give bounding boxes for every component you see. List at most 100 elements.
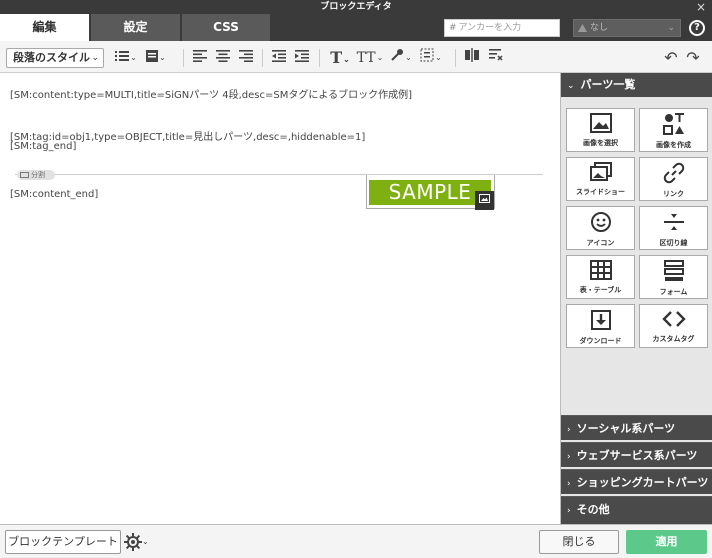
- section-web-service-parts[interactable]: › ウェブサービス系パーツ: [561, 442, 712, 467]
- smiley-icon: [567, 211, 634, 238]
- part-download[interactable]: ダウンロード: [566, 304, 635, 348]
- section-shopping-cart-parts[interactable]: › ショッピングカートパーツ: [561, 469, 712, 494]
- close-button[interactable]: 閉じる: [539, 530, 619, 554]
- part-label: フォーム: [659, 288, 688, 296]
- settings-button[interactable]: ⌄: [124, 530, 149, 554]
- chevron-right-icon: ›: [567, 506, 571, 516]
- anchor-placeholder: アンカーを入力: [458, 23, 522, 33]
- apply-button[interactable]: 適用: [626, 530, 707, 554]
- image-icon: [567, 113, 634, 138]
- part-slideshow[interactable]: スライドショー: [566, 157, 635, 201]
- toolbar-divider: [455, 49, 456, 67]
- format-toolbar: 段落のスタイル ⌄ ⌄ ⌄ T⌄ TT⌄ ⌄ ⌄ ↶ ↷: [0, 41, 712, 73]
- part-label: カスタムタグ: [652, 335, 695, 343]
- table-format-button[interactable]: ⌄: [418, 47, 444, 69]
- toolbar-divider: [183, 49, 184, 67]
- part-label: ダウンロード: [579, 337, 622, 345]
- tab-settings[interactable]: 設定: [91, 14, 180, 41]
- part-table[interactable]: 表・テーブル: [566, 255, 635, 299]
- align-center-icon: [216, 50, 230, 62]
- slideshow-icon: [567, 162, 634, 187]
- bullet-list-icon: [115, 51, 130, 61]
- editor-area[interactable]: [SM:content:type=MULTI,title=SiGNパーツ 4段,…: [0, 74, 560, 523]
- section-other[interactable]: › その他: [561, 496, 712, 524]
- editor-line: [SM:content:type=MULTI,title=SiGNパーツ 4段,…: [10, 90, 412, 101]
- text-size-button[interactable]: T⌄: [327, 47, 353, 69]
- section-label: ウェブサービス系パーツ: [576, 449, 698, 462]
- window-title: ブロックエディタ: [320, 2, 392, 12]
- part-link[interactable]: リンク: [639, 157, 708, 201]
- paragraph-style-value: 段落のスタイル: [13, 51, 90, 64]
- gear-icon: [124, 533, 142, 551]
- section-social-parts[interactable]: › ソーシャル系パーツ: [561, 415, 712, 440]
- block-icon: [146, 50, 159, 62]
- part-custom-tag[interactable]: カスタムタグ: [639, 304, 708, 348]
- clear-format-button[interactable]: [486, 47, 506, 69]
- part-label: アイコン: [586, 239, 615, 247]
- indent-button[interactable]: [292, 47, 312, 69]
- page-break-divider[interactable]: 分割: [15, 170, 543, 180]
- class-select-value: なし: [590, 23, 609, 33]
- columns-icon: [465, 48, 479, 62]
- indent-icon: [295, 50, 309, 62]
- align-left-icon: [193, 50, 207, 62]
- chevron-down-icon: ⌄: [667, 23, 675, 33]
- color-picker-button[interactable]: ⌄: [388, 47, 414, 69]
- divider-label: 分割: [31, 171, 45, 179]
- align-right-button[interactable]: [236, 47, 256, 69]
- align-center-button[interactable]: [213, 47, 233, 69]
- split-icon: [20, 172, 29, 178]
- tab-bar: 編集 設定 CSS # アンカーを入力 なし ⌄ ?: [0, 14, 712, 41]
- part-form[interactable]: フォーム: [639, 255, 708, 299]
- help-icon[interactable]: ?: [689, 20, 705, 36]
- font-size-button[interactable]: TT⌄: [356, 47, 384, 69]
- part-label: 区切り線: [659, 239, 688, 247]
- parts-panel-header[interactable]: ⌄ パーツ一覧: [561, 73, 712, 97]
- tab-css[interactable]: CSS: [182, 14, 270, 41]
- parts-panel-title: パーツ一覧: [580, 78, 636, 91]
- redo-icon[interactable]: ↷: [684, 47, 702, 69]
- paragraph-style-select[interactable]: 段落のスタイル ⌄: [6, 48, 104, 68]
- part-divider[interactable]: 区切り線: [639, 206, 708, 250]
- tab-edit[interactable]: 編集: [0, 14, 89, 41]
- part-label: 画像を作成: [656, 141, 691, 149]
- part-select-image[interactable]: 画像を選択: [566, 108, 635, 152]
- part-label: 表・テーブル: [579, 286, 622, 294]
- title-bar: ブロックエディタ ×: [0, 0, 712, 14]
- bullet-list-button[interactable]: ⌄: [113, 47, 139, 69]
- section-label: ショッピングカートパーツ: [576, 476, 709, 489]
- part-label: リンク: [663, 190, 684, 198]
- shapes-icon: [640, 113, 707, 140]
- part-icon[interactable]: アイコン: [566, 206, 635, 250]
- anchor-input[interactable]: # アンカーを入力: [444, 19, 560, 37]
- chevron-down-icon: ⌄: [567, 81, 575, 91]
- link-icon: [640, 162, 707, 189]
- part-create-image[interactable]: 画像を作成: [639, 108, 708, 152]
- bottom-bar: ブロックテンプレート ⌄ 閉じる 適用: [0, 524, 712, 558]
- section-label: その他: [576, 503, 610, 516]
- columns-button[interactable]: [462, 47, 482, 69]
- outdent-button[interactable]: [269, 47, 289, 69]
- section-label: ソーシャル系パーツ: [576, 422, 676, 435]
- block-format-button[interactable]: ⌄: [143, 47, 169, 69]
- align-left-button[interactable]: [190, 47, 210, 69]
- undo-icon[interactable]: ↶: [662, 47, 680, 69]
- chevron-right-icon: ›: [567, 452, 571, 462]
- chevron-right-icon: ›: [567, 425, 571, 435]
- divider-icon: [640, 211, 707, 238]
- close-icon[interactable]: ×: [696, 0, 706, 14]
- part-label: 画像を選択: [583, 139, 618, 147]
- chevron-down-icon: ⌄: [91, 53, 99, 63]
- table-icon: [567, 260, 634, 285]
- block-template-button[interactable]: ブロックテンプレート: [5, 530, 121, 554]
- triangle-icon: [578, 23, 587, 32]
- image-edit-icon[interactable]: [475, 191, 494, 210]
- download-icon: [567, 309, 634, 336]
- chevron-right-icon: ›: [567, 479, 571, 489]
- class-select[interactable]: なし ⌄: [573, 19, 681, 37]
- parts-panel: ⌄ パーツ一覧 画像を選択 画像を作成 スライドショー リンク アイコン 区切り線…: [560, 73, 712, 524]
- sample-banner: SAMPLE: [369, 180, 491, 205]
- dotted-box-icon: [420, 48, 434, 62]
- divider-line: [15, 174, 543, 175]
- form-icon: [640, 260, 707, 287]
